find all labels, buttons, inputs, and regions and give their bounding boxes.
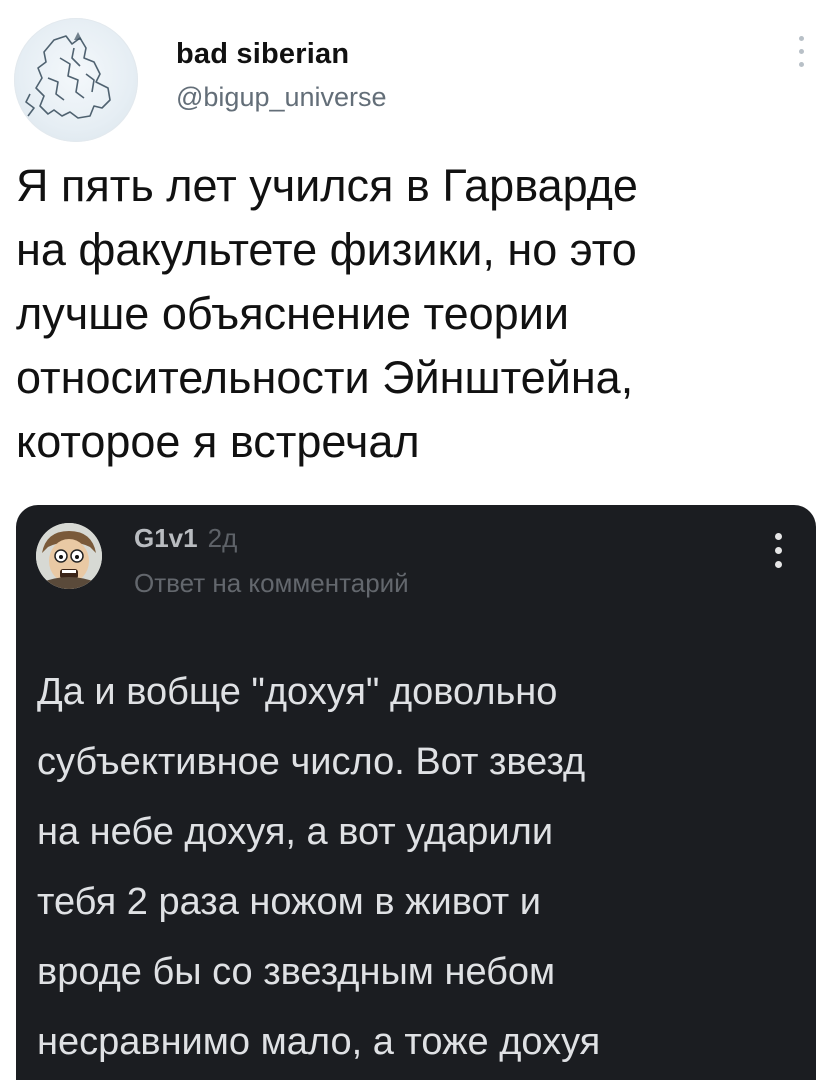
author-info: bad siberian @bigup_universe — [176, 36, 387, 114]
comment-time: 2д — [207, 523, 238, 553]
tweet-text-line: на факультете физики, но это — [16, 224, 637, 275]
tweet-more-button[interactable] — [795, 32, 809, 72]
comment-text-line: Да и вобще "дохуя" довольно — [37, 671, 558, 713]
commenter-username[interactable]: G1v1 2д — [134, 521, 237, 555]
reply-label: Ответ на комментарий — [134, 568, 409, 598]
tweet-text-line: относительности Эйнштейна, — [16, 352, 634, 403]
comment-text-line: несравнимо мало, а тоже дохуя — [37, 1021, 601, 1063]
tweet-text-line: которое я встречал — [16, 416, 420, 467]
tweet-text: Я пять лет учился в Гарварде на факульте… — [16, 154, 816, 474]
tweet-header: bad siberian @bigup_universe — [14, 18, 817, 142]
author-display-name[interactable]: bad siberian — [176, 36, 387, 72]
tweet-text-line: Я пять лет учился в Гарварде — [16, 160, 638, 211]
comment-more-button[interactable] — [772, 529, 784, 573]
embedded-comment-screenshot[interactable]: G1v1 2д Ответ на комментарий Да и вобще "… — [16, 505, 816, 1080]
siberia-map-icon — [25, 32, 111, 119]
comment-text-line: тебя 2 раза ножом в живот и — [37, 881, 541, 923]
commenter-username-text[interactable]: G1v1 — [134, 523, 198, 553]
comment-text-line: на небе дохуя, а вот ударили — [37, 811, 554, 853]
comment-text-line: вроде бы со звездным небом — [37, 951, 556, 993]
comment-text: Да и вобще "дохуя" довольно субъективное… — [37, 657, 807, 1077]
cartoon-face-icon — [36, 523, 102, 589]
comment-text-line: субъективное число. Вот звезд — [37, 741, 586, 783]
tweet-text-line: лучше объяснение теории — [16, 288, 569, 339]
commenter-avatar[interactable] — [36, 523, 102, 589]
author-avatar[interactable] — [14, 18, 138, 142]
author-handle[interactable]: @bigup_universe — [176, 80, 387, 114]
